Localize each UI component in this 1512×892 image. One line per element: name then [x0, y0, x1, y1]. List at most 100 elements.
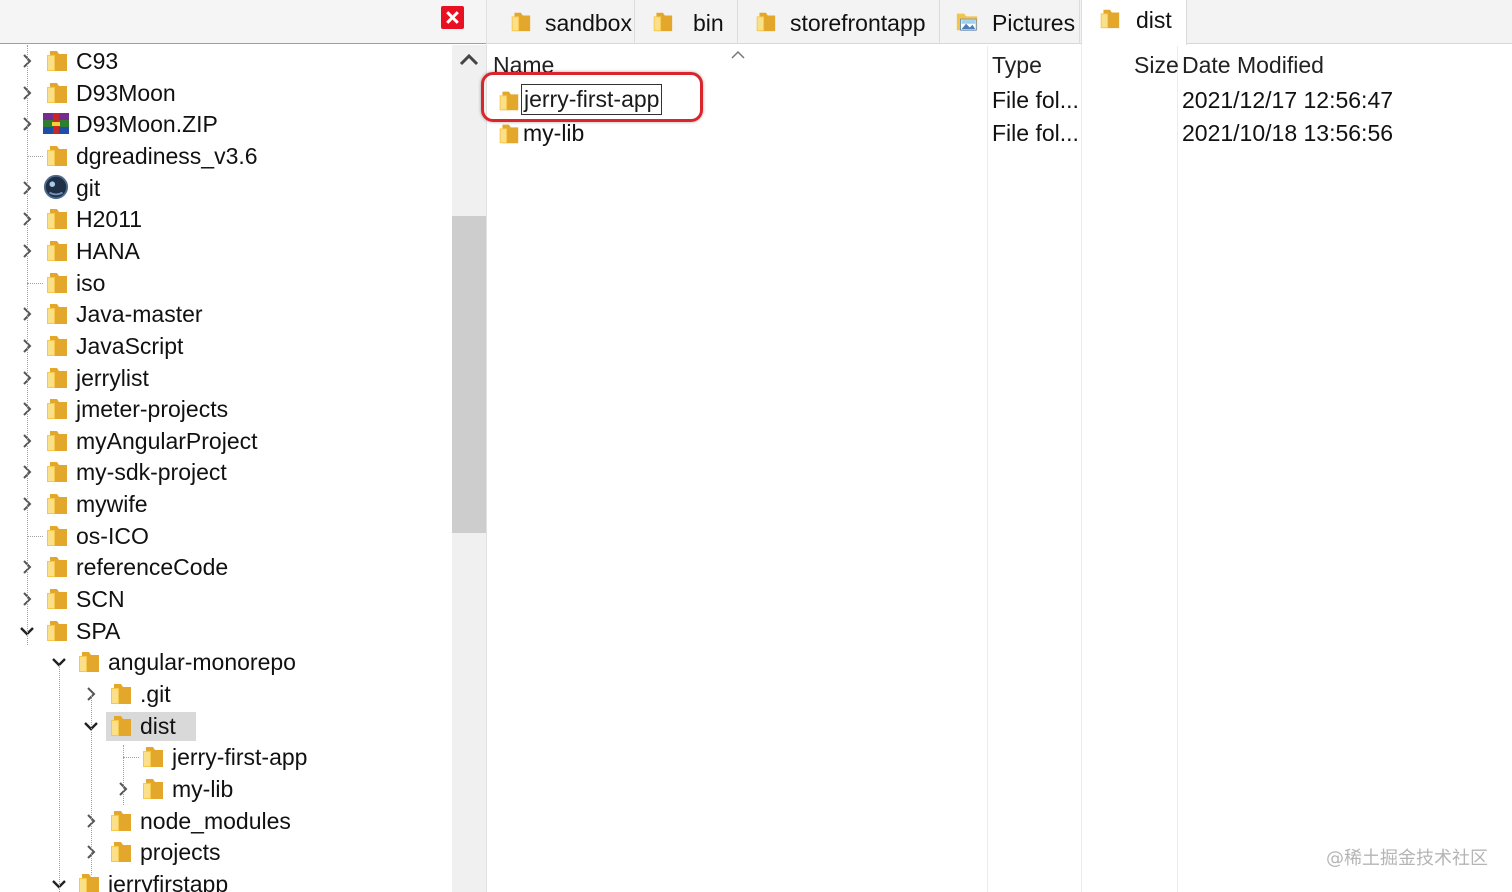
tree-item-content[interactable]: jmeter-projects [42, 395, 271, 424]
tree-item-content[interactable]: projects [106, 838, 247, 867]
folder-icon [74, 870, 102, 892]
folder-icon [649, 9, 675, 33]
tree-item[interactable]: myAngularProject [0, 426, 452, 457]
tree-item[interactable]: os-ICO [0, 521, 452, 552]
tree-item[interactable]: C93 [0, 46, 452, 77]
tree-item[interactable]: my-sdk-project [0, 457, 452, 488]
folder-icon [42, 458, 70, 484]
tree-item[interactable]: H2011 [0, 204, 452, 235]
tree-item-content[interactable]: D93Moon.ZIP [42, 110, 221, 139]
tree-item-content[interactable]: D93Moon [42, 79, 176, 108]
file-list-pane: sandbox bin storefrontapp Pictures dist … [481, 0, 1512, 892]
tab-sandbox[interactable]: sandbox [493, 0, 635, 44]
file-type: File fol... [992, 120, 1079, 146]
tree-item-content[interactable]: JavaScript [42, 332, 208, 361]
tree-guide-line [59, 665, 60, 892]
tree-item[interactable]: projects [0, 837, 452, 868]
file-row[interactable]: jerry-first-app File fol... 2021/12/17 1… [481, 72, 1512, 122]
tree-item-content[interactable]: Java-master [42, 300, 221, 329]
tree-item[interactable]: D93Moon.ZIP [0, 109, 452, 140]
tree-item-content[interactable]: SCN [42, 585, 125, 614]
tree-item[interactable]: .git [0, 679, 452, 710]
tree-item-content[interactable]: .git [106, 680, 196, 709]
tree-connector [123, 757, 139, 758]
folder-icon [42, 300, 70, 326]
tree-item-content[interactable]: my-sdk-project [42, 458, 258, 487]
folder-icon [138, 775, 166, 801]
tree-item-label: Java-master [76, 301, 203, 327]
tree-item-content[interactable]: dgreadiness_v3.6 [42, 142, 284, 171]
folder-icon [42, 237, 70, 263]
column-header-size[interactable]: Size [1134, 50, 1179, 80]
tree-item[interactable]: SPA [0, 616, 452, 647]
tree-item-content[interactable]: node_modules [106, 807, 297, 836]
close-pane-button[interactable] [441, 6, 464, 29]
folder-icon [42, 205, 70, 231]
tree-item[interactable]: D93Moon [0, 78, 452, 109]
tree-item-content[interactable]: angular-monorepo [74, 648, 316, 677]
tree-item-label: node_modules [140, 808, 291, 834]
folder-icon [106, 807, 134, 833]
folder-icon [42, 617, 70, 643]
file-type: File fol... [992, 87, 1079, 113]
tree-item[interactable]: angular-monorepo [0, 647, 452, 678]
tree-item[interactable]: jerry-first-app [0, 742, 452, 773]
tree-item[interactable]: jerryfirstapp [0, 869, 452, 892]
tree-item[interactable]: my-lib [0, 774, 452, 805]
column-separator[interactable] [987, 46, 988, 892]
folder-tree: C93 D93Moon D93Moon.ZIP dgreadiness_v3.6git… [0, 45, 452, 892]
folder-icon [106, 712, 134, 738]
tab-pictures[interactable]: Pictures [940, 0, 1080, 44]
tree-item[interactable]: iso [0, 268, 452, 299]
folder-icon [74, 648, 102, 674]
tab-bin[interactable]: bin [635, 0, 738, 44]
file-row[interactable]: my-lib File fol... 2021/10/18 13:56:56 [487, 117, 1512, 150]
tree-item-label: H2011 [76, 206, 143, 232]
tree-item-label: iso [76, 270, 106, 296]
tree-item[interactable]: node_modules [0, 806, 452, 837]
column-header-type[interactable]: Type [992, 50, 1042, 80]
annotation-highlight [481, 72, 703, 122]
tree-item[interactable]: jerrylist [0, 363, 452, 394]
tree-item[interactable]: dgreadiness_v3.6 [0, 141, 452, 172]
tree-scrollbar[interactable] [452, 45, 486, 892]
folder-icon [42, 332, 70, 358]
tree-item-content[interactable]: C93 [42, 47, 120, 76]
tree-item-label: dgreadiness_v3.6 [76, 143, 258, 169]
tree-item-content[interactable]: git [42, 174, 120, 203]
tree-item-content[interactable]: HANA [42, 237, 140, 266]
tree-item-content[interactable]: SPA [42, 617, 120, 646]
tree-item-content[interactable]: mywife [42, 490, 158, 519]
tree-item-content[interactable]: os-ICO [42, 522, 158, 551]
column-separator[interactable] [1177, 46, 1178, 892]
tree-item-content[interactable]: iso [42, 269, 120, 298]
tree-item-label: git [76, 175, 101, 201]
tree-item-content[interactable]: jerrylist [42, 364, 195, 393]
tab-storefrontapp[interactable]: storefrontapp [738, 0, 940, 44]
tree-item-content[interactable]: jerry-first-app [138, 743, 367, 772]
folder-icon [1096, 6, 1122, 30]
tree-item[interactable]: JavaScript [0, 331, 452, 362]
column-header-date-modified[interactable]: Date Modified [1182, 50, 1324, 80]
tab-label: Pictures [992, 10, 1076, 36]
column-separator[interactable] [1081, 46, 1082, 892]
tree-item[interactable]: Java-master [0, 299, 452, 330]
tab-dist[interactable]: dist [1081, 0, 1187, 45]
scrollbar-thumb[interactable] [452, 216, 486, 533]
tree-item-content[interactable]: H2011 [42, 205, 145, 234]
tree-item[interactable]: SCN [0, 584, 452, 615]
tree-item-content[interactable]: my-lib [138, 775, 254, 804]
tree-item-content[interactable]: jerryfirstapp [74, 870, 278, 892]
tree-item[interactable]: git [0, 173, 452, 204]
tree-item[interactable]: jmeter-projects [0, 394, 452, 425]
tab-label: dist [1136, 7, 1172, 33]
tree-item-content[interactable]: dist [106, 712, 197, 741]
folder-icon [42, 79, 70, 105]
tree-item-content[interactable]: referenceCode [42, 553, 246, 582]
tree-item-content[interactable]: myAngularProject [42, 427, 284, 456]
tree-item[interactable]: mywife [0, 489, 452, 520]
tree-item[interactable]: HANA [0, 236, 452, 267]
scroll-up-arrow-icon[interactable] [452, 45, 486, 75]
tree-item[interactable]: referenceCode [0, 552, 452, 583]
tree-item[interactable]: dist [0, 711, 452, 742]
